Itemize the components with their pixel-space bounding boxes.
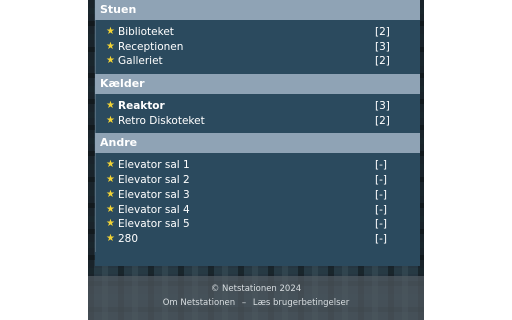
room-user-count: [-] (375, 232, 387, 245)
room-user-count: [2] (375, 55, 390, 68)
room-item-biblioteket[interactable]: ★ Biblioteket [2] (96, 25, 420, 40)
room-name: Elevator sal 5 (118, 218, 190, 231)
room-item-elevator-4[interactable]: ★ Elevator sal 4 [-] (96, 203, 420, 218)
star-icon: ★ (106, 40, 115, 52)
room-user-count: [3] (375, 100, 390, 113)
star-icon: ★ (106, 174, 115, 186)
room-name: Elevator sal 4 (118, 203, 190, 216)
room-name: Biblioteket (118, 26, 174, 38)
room-user-count: [-] (375, 218, 387, 231)
room-item-retro-diskoteket[interactable]: ★ Retro Diskoteket [2] (96, 114, 420, 129)
app-frame: Stuen ★ Biblioteket [2] ★ Receptionen [3… (88, 0, 424, 320)
room-user-count: [2] (375, 114, 390, 127)
room-item-receptionen[interactable]: ★ Receptionen [3] (96, 40, 420, 55)
section-body: ★ Biblioteket [2] ★ Receptionen [3] ★ Ga… (95, 20, 420, 75)
room-user-count: [-] (375, 159, 387, 172)
star-icon: ★ (106, 159, 115, 171)
star-icon: ★ (106, 114, 115, 126)
star-icon: ★ (106, 26, 115, 37)
room-user-count: [-] (375, 188, 387, 201)
room-name: Elevator sal 1 (118, 159, 190, 172)
copyright-text: © Netstationen 2024 (210, 284, 302, 294)
room-item-galleriet[interactable]: ★ Galleriet [2] (96, 54, 420, 69)
section-header: Andre (95, 133, 420, 154)
room-user-count: [-] (375, 174, 387, 187)
section-body: ★ Reaktor [3] ★ Retro Diskoteket [2] (95, 94, 420, 134)
room-item-elevator-1[interactable]: ★ Elevator sal 1 [-] (96, 158, 420, 173)
star-icon: ★ (106, 218, 115, 230)
terms-link[interactable]: Læs brugerbetingelser (253, 298, 349, 308)
star-icon: ★ (106, 188, 115, 200)
room-user-count: [-] (375, 203, 387, 216)
section-kaelder: Kælder ★ Reaktor [3] ★ Retro Diskoteket … (95, 74, 420, 134)
room-name: Reaktor (118, 100, 165, 113)
room-name: Retro Diskoteket (118, 114, 205, 127)
room-item-280[interactable]: ★ 280 [-] (96, 232, 420, 247)
star-icon: ★ (106, 232, 115, 244)
room-name: Elevator sal 2 (118, 174, 190, 187)
footer-separator: – (241, 298, 247, 308)
section-header: Kælder (95, 74, 420, 95)
room-name: Receptionen (118, 40, 184, 53)
star-icon: ★ (106, 203, 115, 215)
room-user-count: [2] (375, 26, 390, 38)
section-andre: Andre ★ Elevator sal 1 [-] ★ Elevator sa… (95, 133, 420, 252)
star-icon: ★ (106, 100, 115, 112)
room-list-panel: Stuen ★ Biblioteket [2] ★ Receptionen [3… (95, 0, 420, 266)
section-stuen: Stuen ★ Biblioteket [2] ★ Receptionen [3… (95, 0, 420, 75)
section-body: ★ Elevator sal 1 [-] ★ Elevator sal 2 [-… (95, 153, 420, 252)
room-item-elevator-5[interactable]: ★ Elevator sal 5 [-] (96, 217, 420, 232)
room-item-elevator-2[interactable]: ★ Elevator sal 2 [-] (96, 173, 420, 188)
room-user-count: [3] (375, 40, 390, 53)
room-item-reaktor[interactable]: ★ Reaktor [3] (96, 99, 420, 114)
section-header: Stuen (95, 0, 420, 20)
room-name: Elevator sal 3 (118, 188, 190, 201)
footer: © Netstationen 2024 Om Netstationen – Læ… (88, 276, 424, 320)
footer-links: Om Netstationen – Læs brugerbetingelser (88, 298, 424, 308)
room-item-elevator-3[interactable]: ★ Elevator sal 3 [-] (96, 188, 420, 203)
about-link[interactable]: Om Netstationen (163, 298, 235, 308)
star-icon: ★ (106, 55, 115, 67)
room-name: 280 (118, 232, 139, 245)
room-name: Galleriet (118, 55, 163, 68)
